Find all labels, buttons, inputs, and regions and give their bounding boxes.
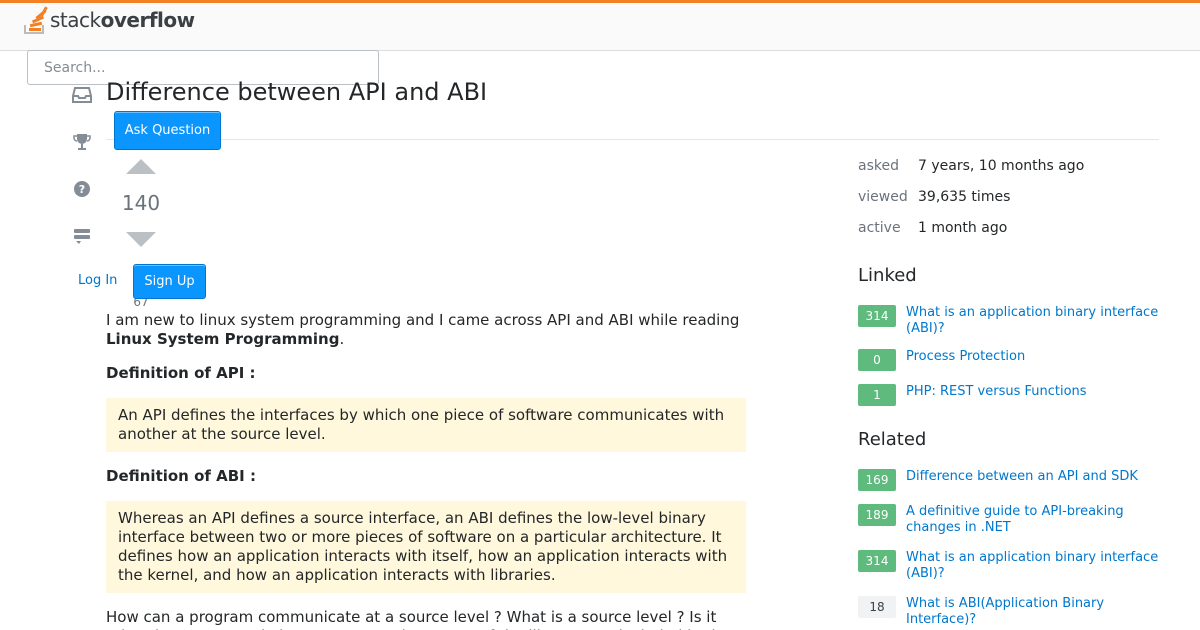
linked-item[interactable]: 314 What is an application binary interf… xyxy=(858,305,1160,341)
answer-count-badge: 314 xyxy=(858,305,896,327)
site-logo[interactable]: stackoverflow xyxy=(22,4,195,36)
linked-item[interactable]: 1 PHP: REST versus Functions xyxy=(858,384,1160,414)
log-in-link[interactable]: Log In xyxy=(78,273,117,288)
logo-text: stackoverflow xyxy=(50,8,195,32)
linked-item[interactable]: 0 Process Protection xyxy=(858,349,1160,384)
question-body: I am new to linux system programming and… xyxy=(106,311,746,630)
upvote-arrow-icon[interactable] xyxy=(126,159,156,174)
answer-count-badge: 189 xyxy=(858,504,896,526)
trophy-icon[interactable] xyxy=(72,132,92,152)
question-title[interactable]: Difference between API and ABI xyxy=(106,78,487,106)
related-question-link[interactable]: A definitive guide to API-breaking chang… xyxy=(906,504,1160,536)
logo-text-bold: overflow xyxy=(100,8,195,32)
abi-definition-quote: Whereas an API defines a source interfac… xyxy=(106,501,746,593)
intro-end: . xyxy=(339,330,345,348)
stat-asked: asked 7 years, 10 months ago xyxy=(858,150,1084,181)
stat-viewed: viewed 39,635 times xyxy=(858,181,1084,212)
review-queue-icon[interactable] xyxy=(72,226,92,246)
answer-count-badge: 18 xyxy=(858,596,896,618)
ask-question-button[interactable]: Ask Question xyxy=(114,111,221,150)
linked-list: 314 What is an application binary interf… xyxy=(858,305,1160,414)
related-question-link[interactable]: What is an application binary interface … xyxy=(906,550,1160,582)
svg-text:?: ? xyxy=(79,183,85,196)
intro-paragraph: I am new to linux system programming and… xyxy=(106,311,746,349)
stat-value[interactable]: 1 month ago xyxy=(918,220,1007,236)
answer-count-badge: 314 xyxy=(858,550,896,572)
answer-count-badge: 1 xyxy=(858,384,896,406)
downvote-arrow-icon[interactable] xyxy=(126,232,156,247)
stat-label: active xyxy=(858,219,901,236)
stack-overflow-logo-icon xyxy=(22,5,48,35)
stat-label: asked xyxy=(858,157,899,174)
stat-value: 7 years, 10 months ago xyxy=(918,157,1085,174)
related-item[interactable]: 169 Difference between an API and SDK xyxy=(858,469,1160,504)
abi-definition-heading: Definition of ABI : xyxy=(106,467,256,485)
vote-count: 140 xyxy=(121,191,161,215)
related-heading: Related xyxy=(858,429,927,450)
linked-heading: Linked xyxy=(858,265,917,286)
answer-count-badge: 169 xyxy=(858,469,896,491)
related-question-link[interactable]: Difference between an API and SDK xyxy=(906,469,1138,485)
logo-text-light: stack xyxy=(50,8,101,32)
book-title: Linux System Programming xyxy=(106,330,340,348)
help-icon[interactable]: ? xyxy=(72,179,92,199)
stat-value: 39,635 times xyxy=(918,188,1011,205)
api-definition-quote: An API defines the interfaces by which o… xyxy=(106,398,746,452)
inbox-icon[interactable] xyxy=(72,85,92,105)
answer-count-badge: 0 xyxy=(858,349,896,371)
related-item[interactable]: 314 What is an application binary interf… xyxy=(858,550,1160,596)
stat-active: active 1 month ago xyxy=(858,212,1084,243)
linked-question-link[interactable]: PHP: REST versus Functions xyxy=(906,384,1087,400)
title-divider xyxy=(106,139,1159,140)
stat-label: viewed xyxy=(858,188,908,205)
related-question-link[interactable]: What is ABI(Application Binary Interface… xyxy=(906,596,1160,628)
linked-question-link[interactable]: Process Protection xyxy=(906,349,1025,365)
question-stats: asked 7 years, 10 months ago viewed 39,6… xyxy=(858,150,1084,243)
api-definition-heading: Definition of API : xyxy=(106,364,256,382)
related-item[interactable]: 18 What is ABI(Application Binary Interf… xyxy=(858,596,1160,630)
intro-text: I am new to linux system programming and… xyxy=(106,311,740,329)
related-list: 169 Difference between an API and SDK 18… xyxy=(858,469,1160,630)
outro-paragraph: How can a program communicate at a sourc… xyxy=(106,608,730,630)
top-bar: stackoverflow xyxy=(0,0,1200,51)
related-item[interactable]: 189 A definitive guide to API-breaking c… xyxy=(858,504,1160,550)
sign-up-button[interactable]: Sign Up xyxy=(133,264,206,299)
linked-question-link[interactable]: What is an application binary interface … xyxy=(906,305,1160,337)
